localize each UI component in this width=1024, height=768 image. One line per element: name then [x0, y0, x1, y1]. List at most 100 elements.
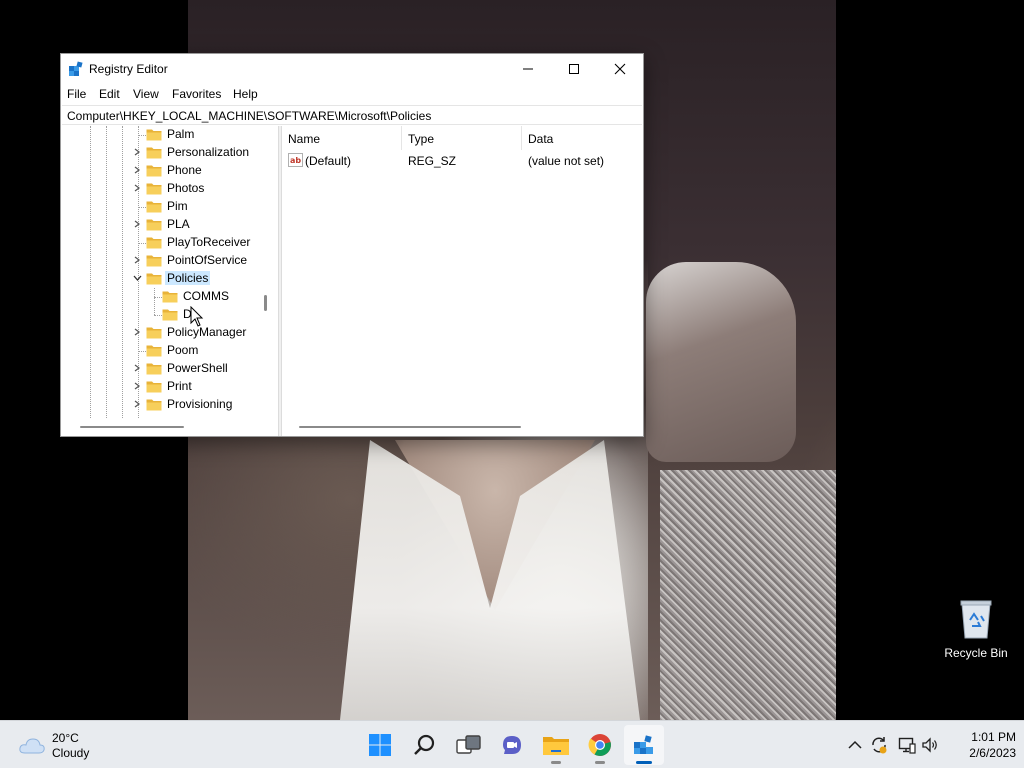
menu-view[interactable]: View [133, 86, 159, 102]
speaker-icon [922, 737, 937, 753]
folder-icon [146, 146, 162, 159]
expand-chevron-icon[interactable] [132, 381, 142, 391]
recycle-bin-icon [959, 598, 993, 640]
show-hidden-icons-button[interactable] [845, 735, 865, 755]
string-value-icon: ab [288, 153, 303, 167]
tree-item-label: Pim [167, 199, 188, 213]
tree-horizontal-scroll-thumb[interactable] [80, 426, 184, 428]
title-bar[interactable]: Registry Editor [61, 54, 643, 84]
maximize-button[interactable] [551, 54, 597, 84]
address-path[interactable]: Computer\HKEY_LOCAL_MACHINE\SOFTWARE\Mic… [67, 109, 431, 123]
sync-status-button[interactable] [869, 735, 889, 755]
wallpaper-hand [646, 262, 796, 462]
tree-item-pim[interactable]: Pim [62, 198, 277, 216]
tree-item-photos[interactable]: Photos [62, 180, 277, 198]
search-button[interactable] [405, 725, 445, 765]
tree-item-di[interactable]: DI [62, 306, 277, 324]
column-header-type[interactable]: Type [402, 126, 522, 150]
tree-connector [138, 351, 146, 352]
expand-chevron-icon[interactable] [132, 183, 142, 193]
menu-edit[interactable]: Edit [99, 86, 120, 102]
tree-vertical-scroll-thumb[interactable] [264, 295, 267, 311]
value-type: REG_SZ [408, 154, 457, 168]
registry-editor-taskbar-button[interactable] [624, 725, 664, 765]
tree-item-policies[interactable]: Policies [62, 270, 277, 288]
expand-chevron-icon[interactable] [132, 147, 142, 157]
tree-item-poom[interactable]: Poom [62, 342, 277, 360]
folder-icon [146, 182, 162, 195]
tree-connector [154, 297, 162, 298]
task-view-icon [456, 735, 481, 754]
value-row[interactable]: ab (Default) REG_SZ (value not set) [282, 152, 643, 170]
maximize-icon [569, 64, 579, 74]
tree-item-palm[interactable]: Palm [62, 126, 277, 144]
list-horizontal-scrollbar[interactable] [282, 418, 643, 436]
mouse-pointer [190, 305, 204, 328]
weather-widget[interactable]: 20°C Cloudy [16, 729, 136, 763]
close-button[interactable] [597, 54, 643, 84]
minimize-button[interactable] [505, 54, 551, 84]
chrome-button[interactable] [580, 725, 620, 765]
tree-item-label: PointOfService [167, 253, 248, 267]
tree-guide-line [154, 288, 155, 315]
tree-item-pointofservice[interactable]: PointOfService [62, 252, 277, 270]
folder-icon [146, 236, 162, 249]
tree-item-phone[interactable]: Phone [62, 162, 277, 180]
values-list-pane[interactable]: Name Type Data ab (Default) REG_SZ (valu… [282, 126, 643, 436]
column-header-data[interactable]: Data [522, 126, 643, 150]
folder-icon [146, 254, 162, 267]
registry-editor-window[interactable]: Registry Editor File Edit View Favorites… [60, 53, 644, 437]
tree-item-policymanager[interactable]: PolicyManager [62, 324, 277, 342]
tree-item-provisioning[interactable]: Provisioning [62, 396, 277, 414]
file-explorer-button[interactable] [536, 725, 576, 765]
tree-horizontal-scrollbar[interactable] [62, 418, 277, 436]
tree-item-comms[interactable]: COMMS [62, 288, 277, 306]
tree-connector [154, 315, 162, 316]
registry-editor-app-icon [68, 61, 84, 77]
expand-chevron-icon[interactable] [132, 327, 142, 337]
volume-button[interactable] [920, 735, 940, 755]
wallpaper-sweater [660, 470, 836, 720]
weather-condition: Cloudy [52, 746, 90, 760]
menu-file[interactable]: File [67, 86, 86, 102]
folder-icon [146, 344, 162, 357]
folder-icon [146, 200, 162, 213]
expand-chevron-icon[interactable] [132, 363, 142, 373]
tree-item-pla[interactable]: PLA [62, 216, 277, 234]
tree-item-powershell[interactable]: PowerShell [62, 360, 277, 378]
task-view-button[interactable] [449, 725, 489, 765]
clock[interactable]: 1:01 PM 2/6/2023 [946, 729, 1016, 761]
folder-icon [146, 164, 162, 177]
tree-item-label: Provisioning [167, 397, 233, 411]
expand-chevron-icon[interactable] [132, 165, 142, 175]
tree-item-print[interactable]: Print [62, 378, 277, 396]
registry-editor-icon [634, 735, 653, 754]
network-icon [898, 737, 916, 754]
menu-bar: File Edit View Favorites Help [61, 84, 643, 104]
folder-icon [146, 362, 162, 375]
chrome-icon [588, 734, 611, 756]
tree-item-playtoreceiver[interactable]: PlayToReceiver [62, 234, 277, 252]
network-button[interactable] [897, 735, 917, 755]
start-button[interactable] [360, 725, 400, 765]
expand-chevron-icon[interactable] [132, 399, 142, 409]
chat-icon [503, 736, 521, 754]
chat-button[interactable] [492, 725, 532, 765]
menu-help[interactable]: Help [233, 86, 258, 102]
menu-favorites[interactable]: Favorites [172, 86, 221, 102]
address-bar[interactable]: Computer\HKEY_LOCAL_MACHINE\SOFTWARE\Mic… [62, 105, 642, 125]
window-title: Registry Editor [89, 62, 168, 76]
list-horizontal-scroll-thumb[interactable] [299, 426, 521, 428]
expand-chevron-icon[interactable] [132, 255, 142, 265]
collapse-chevron-icon[interactable] [132, 273, 142, 283]
expand-chevron-icon[interactable] [132, 219, 142, 229]
column-header-name[interactable]: Name [282, 126, 402, 150]
search-icon [414, 734, 435, 755]
folder-icon [146, 398, 162, 411]
key-tree-pane[interactable]: Palm Personalization Phone Photos Pim PLA Play… [62, 126, 277, 418]
recycle-bin-shortcut[interactable]: Recycle Bin [940, 596, 1012, 660]
value-data: (value not set) [528, 154, 605, 168]
tree-item-personalization[interactable]: Personalization [62, 144, 277, 162]
folder-icon [146, 272, 162, 285]
tree-item-label: Photos [167, 181, 205, 195]
